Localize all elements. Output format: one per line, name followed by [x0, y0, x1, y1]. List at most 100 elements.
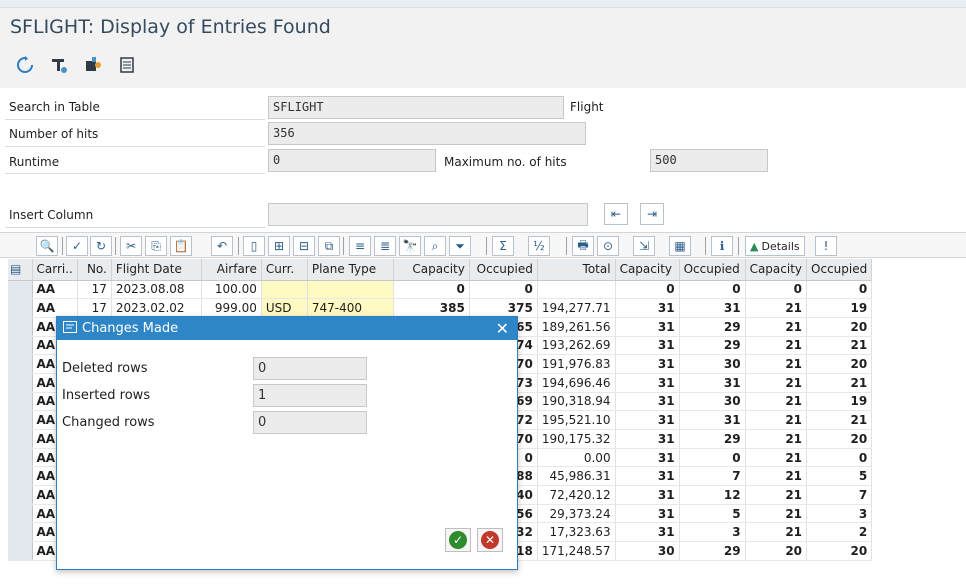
table-cell[interactable]: 189,261.56: [537, 317, 616, 337]
table-cell[interactable]: 30: [679, 392, 746, 412]
table-cell[interactable]: 20: [806, 317, 873, 337]
find-next-icon[interactable]: ⌕: [424, 236, 446, 256]
info-icon[interactable]: ℹ: [711, 236, 733, 256]
find-icon[interactable]: 🔭: [399, 236, 421, 256]
table-cell[interactable]: 190,318.94: [537, 392, 616, 412]
table-cell[interactable]: 0: [806, 280, 873, 300]
table-cell[interactable]: 31: [615, 466, 680, 487]
table-cell[interactable]: 7: [806, 485, 873, 505]
delete-row-icon[interactable]: ⊟: [293, 236, 315, 256]
table-cell[interactable]: AA: [32, 298, 78, 318]
table-cell[interactable]: 21: [745, 448, 808, 468]
row-selector[interactable]: [8, 280, 33, 300]
filter-icon[interactable]: ⏷: [449, 236, 471, 256]
table-cell[interactable]: 21: [806, 410, 873, 430]
table-cell[interactable]: 20: [806, 429, 873, 449]
table-cell[interactable]: 171,248.57: [537, 541, 616, 561]
table-cell[interactable]: 7: [679, 466, 746, 487]
table-cell[interactable]: 31: [615, 429, 680, 449]
table-cell[interactable]: 31: [615, 354, 680, 374]
table-cell[interactable]: 31: [615, 392, 680, 412]
table-cell[interactable]: 0: [679, 448, 746, 468]
table-cell[interactable]: 29: [679, 317, 746, 337]
copy-icon[interactable]: ⎘: [145, 236, 167, 256]
puzzle-icon[interactable]: [82, 54, 104, 76]
table-row[interactable]: AA 17 2023.08.08 100.00 0 0 0 0 0 0: [8, 279, 873, 300]
refresh-icon[interactable]: [14, 54, 36, 76]
table-cell[interactable]: 29,373.24: [537, 504, 616, 524]
table-cell[interactable]: USD: [261, 298, 308, 318]
table-cell[interactable]: 194,277.71: [537, 298, 616, 318]
table-cell[interactable]: 19: [806, 298, 873, 318]
tools-icon[interactable]: [48, 54, 70, 76]
table-cell[interactable]: 21: [745, 429, 808, 449]
table-cell[interactable]: 21: [745, 354, 808, 374]
table-cell[interactable]: 0.00: [537, 448, 616, 468]
col-occupied-b[interactable]: Occupied: [679, 259, 746, 281]
table-cell[interactable]: 31: [615, 504, 680, 524]
row-selector[interactable]: [8, 392, 33, 412]
table-cell[interactable]: 195,521.10: [537, 410, 616, 430]
row-selector[interactable]: [8, 336, 33, 356]
table-cell[interactable]: 31: [679, 410, 746, 430]
table-cell[interactable]: 21: [745, 392, 808, 412]
table-cell[interactable]: [261, 280, 308, 300]
table-cell[interactable]: 31: [615, 522, 680, 543]
copy-row-icon[interactable]: ⧉: [318, 236, 340, 256]
table-cell[interactable]: 193,262.69: [537, 336, 616, 356]
table-cell[interactable]: 21: [745, 298, 808, 318]
col-airfare[interactable]: Airfare: [201, 259, 262, 281]
table-cell[interactable]: 2023.02.02: [111, 298, 202, 318]
col-flight-date[interactable]: Flight Date: [111, 259, 202, 281]
table-cell[interactable]: 30: [679, 354, 746, 374]
row-selector[interactable]: [8, 448, 33, 468]
table-cell[interactable]: 21: [745, 410, 808, 430]
table-cell[interactable]: 21: [806, 373, 873, 393]
table-cell[interactable]: 190,175.32: [537, 429, 616, 449]
table-cell[interactable]: 17: [77, 280, 112, 300]
table-cell[interactable]: 5: [806, 466, 873, 487]
table-cell[interactable]: 19: [806, 392, 873, 412]
row-selector[interactable]: [8, 504, 33, 524]
table-cell[interactable]: 3: [679, 522, 746, 543]
col-plane-type[interactable]: Plane Type: [307, 259, 394, 281]
table-cell[interactable]: 3: [806, 504, 873, 524]
col-capacity[interactable]: Capacity: [393, 259, 470, 281]
table-cell[interactable]: 21: [745, 336, 808, 356]
row-selector[interactable]: [8, 466, 33, 487]
subtotal-icon[interactable]: ½: [528, 236, 550, 256]
table-cell[interactable]: 21: [745, 522, 808, 543]
table-cell[interactable]: 17: [77, 298, 112, 318]
table-cell[interactable]: 31: [615, 336, 680, 356]
col-capacity-f[interactable]: Capacity: [745, 259, 808, 281]
sum-icon[interactable]: Σ: [492, 236, 514, 256]
table-cell[interactable]: 31: [615, 448, 680, 468]
close-icon[interactable]: ✕: [496, 319, 509, 338]
views-icon[interactable]: ⊙: [597, 236, 619, 256]
table-cell[interactable]: 31: [679, 373, 746, 393]
check-icon[interactable]: ✓: [66, 236, 88, 256]
paste-icon[interactable]: 📋: [170, 236, 192, 256]
table-cell[interactable]: 30: [615, 541, 680, 561]
table-cell[interactable]: 999.00: [201, 298, 262, 318]
table-cell[interactable]: 31: [615, 485, 680, 505]
insert-after-icon[interactable]: ⇥: [640, 203, 664, 225]
col-occupied-f[interactable]: Occupied: [806, 259, 873, 281]
table-cell[interactable]: 0: [806, 448, 873, 468]
table-cell[interactable]: 385: [393, 298, 470, 318]
table-cell[interactable]: 194,696.46: [537, 373, 616, 393]
deleted-rows-field[interactable]: 0: [253, 357, 367, 380]
row-selector[interactable]: [8, 485, 33, 505]
table-cell[interactable]: 375: [469, 298, 538, 318]
col-currency[interactable]: Curr.: [261, 259, 308, 281]
append-row-icon[interactable]: ⊞: [268, 236, 290, 256]
table-cell[interactable]: AA: [32, 280, 78, 300]
table-cell[interactable]: 20: [745, 541, 808, 561]
row-selector[interactable]: [8, 373, 33, 393]
table-cell[interactable]: 31: [615, 410, 680, 430]
col-total[interactable]: Total: [537, 259, 616, 281]
row-selector[interactable]: [8, 541, 33, 561]
row-selector[interactable]: [8, 522, 33, 543]
table-cell[interactable]: 2023.08.08: [111, 280, 202, 300]
table-cell[interactable]: 29: [679, 541, 746, 561]
